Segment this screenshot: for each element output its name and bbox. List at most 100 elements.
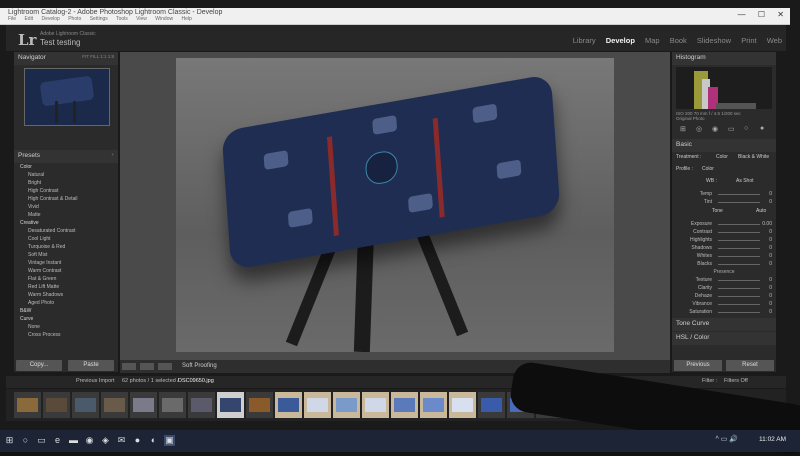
menu-develop[interactable]: Develop bbox=[41, 16, 59, 22]
maximize-button[interactable]: ☐ bbox=[758, 10, 765, 19]
module-library[interactable]: Library bbox=[573, 36, 596, 45]
preset-item[interactable]: Cool Light bbox=[28, 235, 114, 243]
slider-value[interactable]: 0 bbox=[769, 260, 772, 268]
slider-row[interactable]: Texture 0 bbox=[672, 276, 776, 284]
tint-slider[interactable] bbox=[718, 202, 760, 203]
slider-row[interactable]: Contrast 0 bbox=[672, 228, 776, 236]
preset-item[interactable]: Bright bbox=[28, 179, 114, 187]
filmstrip-thumb[interactable] bbox=[72, 392, 99, 418]
filmstrip-thumb[interactable] bbox=[14, 392, 41, 418]
menu-view[interactable]: View bbox=[136, 16, 147, 22]
edge-icon[interactable]: e bbox=[52, 435, 63, 446]
basic-header[interactable]: Basic bbox=[672, 139, 776, 152]
filmstrip-thumb[interactable] bbox=[246, 392, 273, 418]
navigator-preview[interactable] bbox=[24, 68, 110, 126]
hsl-header[interactable]: HSL / Color bbox=[672, 332, 776, 345]
slider-value[interactable]: 0 bbox=[769, 228, 772, 236]
slider-value[interactable]: 0 bbox=[769, 292, 772, 300]
preset-item[interactable]: Natural bbox=[28, 171, 114, 179]
filmstrip-thumb[interactable] bbox=[333, 392, 360, 418]
filmstrip-thumb[interactable] bbox=[43, 392, 70, 418]
folder-icon[interactable]: ▬ bbox=[68, 435, 79, 446]
filmstrip-thumb[interactable] bbox=[159, 392, 186, 418]
main-photo[interactable] bbox=[176, 58, 614, 352]
slider-row[interactable]: Blacks 0 bbox=[672, 260, 776, 268]
filmstrip-thumb[interactable] bbox=[188, 392, 215, 418]
whites-slider[interactable] bbox=[718, 256, 760, 257]
slider-row[interactable]: Dehaze 0 bbox=[672, 292, 776, 300]
presets-header[interactable]: Presets + bbox=[14, 150, 118, 163]
search-icon[interactable]: ○ bbox=[20, 435, 31, 446]
preset-item[interactable]: Warm Contrast bbox=[28, 267, 114, 275]
histogram-header[interactable]: Histogram bbox=[672, 52, 776, 65]
task-view-icon[interactable]: ▭ bbox=[36, 435, 47, 446]
module-book[interactable]: Book bbox=[670, 36, 687, 45]
crop-icon[interactable]: ⊞ bbox=[680, 125, 686, 133]
blacks-slider[interactable] bbox=[718, 264, 760, 265]
filmstrip-thumb[interactable] bbox=[391, 392, 418, 418]
module-slideshow[interactable]: Slideshow bbox=[697, 36, 731, 45]
mail-icon[interactable]: ✉ bbox=[116, 435, 127, 446]
filmstrip-thumb[interactable] bbox=[304, 392, 331, 418]
preset-item[interactable]: Cross Process bbox=[28, 331, 114, 339]
slider-row[interactable]: Clarity 0 bbox=[672, 284, 776, 292]
copy-button[interactable]: Copy... bbox=[16, 360, 62, 371]
preset-item[interactable]: High Contrast & Detail bbox=[28, 195, 114, 203]
contrast-slider[interactable] bbox=[718, 232, 760, 233]
menu-edit[interactable]: Edit bbox=[24, 16, 33, 22]
saturation-slider[interactable] bbox=[718, 312, 760, 313]
texture-slider[interactable] bbox=[718, 280, 760, 281]
slider-value[interactable]: 0 bbox=[769, 308, 772, 316]
slider-row[interactable]: Tint 0 bbox=[672, 198, 776, 206]
preset-item[interactable]: Vintage Instant bbox=[28, 259, 114, 267]
slider-row[interactable]: Whites 0 bbox=[672, 252, 776, 260]
radial-filter-icon[interactable]: ○ bbox=[744, 125, 748, 132]
preset-item[interactable]: Vivid bbox=[28, 203, 114, 211]
graduated-filter-icon[interactable]: ▭ bbox=[728, 125, 735, 133]
menu-help[interactable]: Help bbox=[181, 16, 191, 22]
preset-item[interactable]: Warm Shadows bbox=[28, 291, 114, 299]
menu-file[interactable]: File bbox=[8, 16, 16, 22]
before-after-icon[interactable] bbox=[140, 363, 154, 370]
slider-row[interactable]: Saturation 0 bbox=[672, 308, 776, 316]
treatment-bw[interactable]: Black & White bbox=[738, 154, 769, 160]
minimize-button[interactable]: — bbox=[738, 10, 746, 19]
paste-button[interactable]: Paste bbox=[68, 360, 114, 371]
slider-value[interactable]: 0 bbox=[769, 276, 772, 284]
preset-item[interactable]: Soft Mist bbox=[28, 251, 114, 259]
filmstrip-thumb[interactable] bbox=[275, 392, 302, 418]
zoom-options[interactable]: FIT FILL 1:1 1:8 bbox=[82, 54, 114, 59]
chrome-icon[interactable]: ◉ bbox=[84, 435, 95, 446]
module-develop[interactable]: Develop bbox=[606, 36, 635, 45]
preset-item[interactable]: Turquoise & Red bbox=[28, 243, 114, 251]
module-web[interactable]: Web bbox=[767, 36, 782, 45]
reset-button[interactable]: Reset bbox=[726, 360, 774, 371]
loupe-view-icon[interactable] bbox=[122, 363, 136, 370]
filmstrip-thumb[interactable] bbox=[362, 392, 389, 418]
dehaze-slider[interactable] bbox=[718, 296, 760, 297]
spot-removal-icon[interactable]: ◎ bbox=[696, 125, 702, 133]
preset-group[interactable]: Curve bbox=[20, 315, 114, 323]
soft-proofing-toggle[interactable]: Soft Proofing bbox=[182, 363, 217, 369]
store-icon[interactable]: ◈ bbox=[100, 435, 111, 446]
vibrance-slider[interactable] bbox=[718, 304, 760, 305]
filmstrip-thumb[interactable] bbox=[478, 392, 505, 418]
system-tray[interactable]: ^ ▭ 🔊 bbox=[715, 435, 738, 443]
app-icon[interactable]: ◐ bbox=[148, 435, 159, 446]
slider-row[interactable]: Vibrance 0 bbox=[672, 300, 776, 308]
previous-button[interactable]: Previous bbox=[674, 360, 722, 371]
preset-item[interactable]: None bbox=[28, 323, 114, 331]
before-after-swap-icon[interactable] bbox=[158, 363, 172, 370]
menu-window[interactable]: Window bbox=[155, 16, 173, 22]
selected-filename[interactable]: DSC09650.jpg bbox=[178, 378, 214, 384]
module-print[interactable]: Print bbox=[741, 36, 756, 45]
menu-tools[interactable]: Tools bbox=[116, 16, 128, 22]
module-map[interactable]: Map bbox=[645, 36, 660, 45]
preset-group[interactable]: Creative bbox=[20, 219, 114, 227]
preset-group[interactable]: Color bbox=[20, 163, 114, 171]
filmstrip-thumb[interactable] bbox=[130, 392, 157, 418]
clock[interactable]: 11:02 AM bbox=[759, 436, 786, 443]
filmstrip-thumb[interactable] bbox=[420, 392, 447, 418]
preset-item[interactable]: High Contrast bbox=[28, 187, 114, 195]
filmstrip-thumb-selected[interactable] bbox=[217, 392, 244, 418]
